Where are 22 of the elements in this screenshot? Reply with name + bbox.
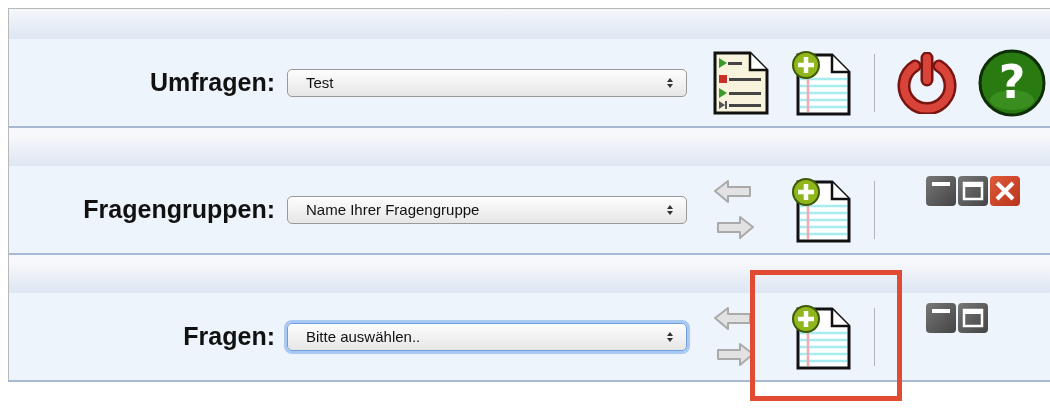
new-document-icon[interactable] bbox=[790, 302, 852, 371]
dropdown-select[interactable]: Bitte auswählen.. bbox=[287, 322, 687, 351]
maximize-button[interactable] bbox=[958, 303, 988, 333]
list-document-icon[interactable] bbox=[712, 49, 770, 116]
updown-caret-icon bbox=[666, 203, 674, 216]
updown-caret-icon bbox=[666, 330, 674, 343]
help-icon[interactable]: ? bbox=[977, 47, 1047, 118]
minimize-icon bbox=[932, 182, 950, 186]
dropdown-select[interactable]: Name Ihrer Fragengruppe bbox=[287, 195, 687, 224]
power-icon[interactable] bbox=[897, 51, 957, 114]
dropdown-select[interactable]: Test bbox=[287, 68, 687, 97]
field-label: Fragen: bbox=[182, 322, 275, 351]
new-document-icon[interactable] bbox=[790, 175, 852, 244]
field-label: Fragengruppen: bbox=[82, 195, 275, 224]
updown-caret-icon bbox=[666, 76, 674, 89]
maximize-button[interactable] bbox=[958, 176, 988, 206]
minimize-button[interactable] bbox=[926, 176, 956, 206]
new-document-icon[interactable] bbox=[790, 48, 852, 117]
field-label: Umfragen: bbox=[149, 68, 275, 97]
close-button[interactable] bbox=[990, 176, 1020, 206]
minimize-button[interactable] bbox=[926, 303, 956, 333]
minimize-icon bbox=[932, 309, 950, 313]
